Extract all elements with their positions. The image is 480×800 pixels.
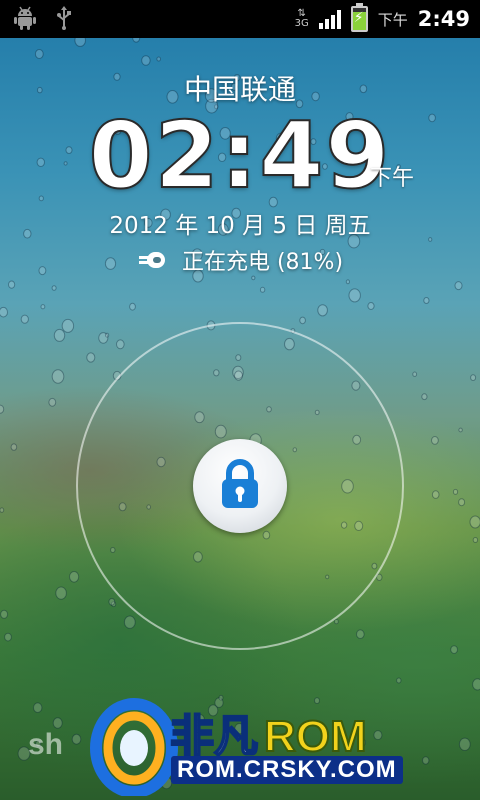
raindrop <box>20 314 29 324</box>
raindrop <box>421 393 428 401</box>
raindrop <box>472 537 479 543</box>
raindrop <box>53 328 66 342</box>
raindrop <box>51 369 65 384</box>
raindrop <box>412 371 418 377</box>
raindrop <box>48 397 57 407</box>
raindrop <box>98 332 109 344</box>
raindrop <box>123 615 136 629</box>
raindrop <box>116 339 125 350</box>
raindrop <box>348 288 361 303</box>
watermark-left-text: sh <box>28 728 64 761</box>
raindrop <box>251 275 256 281</box>
watermark-url: ROM.CRSKY.COM <box>171 756 403 784</box>
raindrop <box>4 632 12 642</box>
raindrop <box>423 297 430 304</box>
watermark-brand-en: ROM <box>263 711 368 762</box>
raindrop <box>458 427 463 433</box>
lock-icon <box>217 458 263 514</box>
raindrop <box>74 38 86 47</box>
raindrop <box>450 645 459 654</box>
raindrop <box>8 280 16 289</box>
watermark: sh 非凡 ROM ROM.CRSKY.COM <box>18 696 478 796</box>
status-bar-time: 2:49 <box>417 7 470 31</box>
raindrop <box>452 488 459 495</box>
raindrop <box>470 374 477 382</box>
watermark-logo-icon <box>90 698 178 796</box>
raindrop <box>356 629 365 640</box>
raindrop <box>0 306 8 318</box>
raindrop <box>472 678 480 691</box>
charging-bolt-icon: ⚡ <box>353 10 364 26</box>
status-bar-system: ⇅ 3G ⚡ 下午 2:49 <box>295 0 470 38</box>
watermark-brand: 非凡 ROM <box>169 700 368 764</box>
raindrop <box>141 55 151 66</box>
raindrop <box>108 598 116 606</box>
raindrop <box>61 318 75 333</box>
raindrop <box>51 285 57 291</box>
clock-container: 02:49 <box>0 101 480 210</box>
raindrop <box>40 304 46 310</box>
raindrop <box>259 286 266 293</box>
raindrop <box>111 601 117 608</box>
status-bar-notifications <box>14 6 72 34</box>
raindrop <box>317 304 328 317</box>
raindrop <box>10 443 18 451</box>
raindrop <box>105 332 110 338</box>
charging-status-label: 正在充电 (81%) <box>181 250 344 275</box>
status-bar[interactable]: ⇅ 3G ⚡ 下午 2:49 <box>0 0 480 38</box>
raindrop <box>69 571 80 583</box>
status-bar-ampm: 下午 <box>377 10 408 29</box>
watermark-brand-cn: 非凡 <box>169 711 259 762</box>
lockscreen-clock: 02:49 <box>88 101 392 210</box>
raindrop <box>345 279 350 285</box>
charging-plug-icon <box>137 250 169 276</box>
raindrop <box>458 498 466 507</box>
charging-status: 正在充电 (81%) <box>0 244 480 276</box>
signal-icon <box>318 9 341 29</box>
raindrop <box>156 56 161 62</box>
network-type-label: 3G <box>294 18 309 29</box>
raindrop <box>454 281 463 291</box>
android-debug-icon <box>14 6 36 34</box>
raindrop <box>299 316 306 325</box>
raindrop <box>431 490 440 499</box>
raindrop <box>34 49 44 59</box>
raindrop <box>334 618 339 625</box>
data-3g-icon: ⇅ 3G <box>294 8 309 29</box>
raindrop <box>132 38 141 43</box>
raindrop <box>0 507 5 513</box>
lockscreen-date: 2012 年 10 月 5 日 周五 <box>109 213 371 239</box>
raindrop <box>86 352 96 363</box>
raindrop <box>0 609 9 619</box>
raindrop <box>55 586 67 600</box>
raindrop <box>469 515 480 529</box>
raindrop <box>396 677 402 684</box>
raindrop <box>0 404 5 414</box>
raindrop <box>367 302 375 310</box>
raindrop <box>129 302 136 311</box>
clock-ampm: 下午 <box>370 166 415 191</box>
usb-icon <box>56 6 72 34</box>
unlock-handle[interactable] <box>193 439 287 533</box>
battery-charging-icon: ⚡ <box>350 3 368 32</box>
raindrop <box>431 436 439 445</box>
